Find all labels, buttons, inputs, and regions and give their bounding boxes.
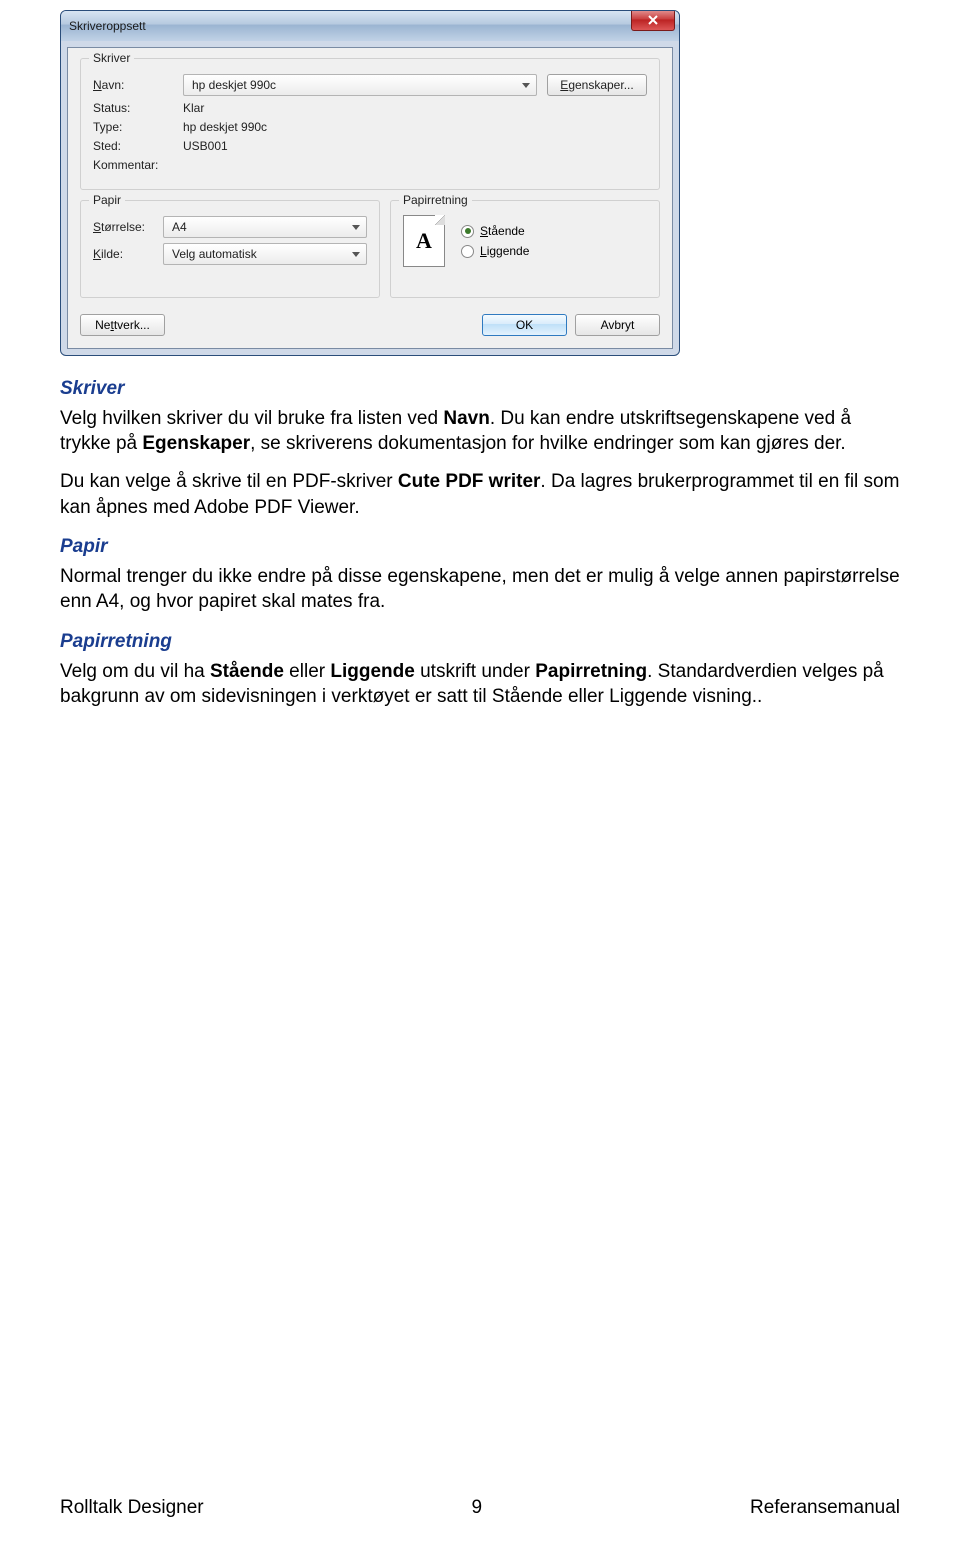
orientation-legend: Papirretning <box>399 193 472 207</box>
document-body: Skriver Velg hvilken skriver du vil bruk… <box>60 376 900 710</box>
printer-name-dropdown[interactable]: hp deskjet 990c <box>183 74 537 96</box>
portrait-radio[interactable]: Stående <box>461 224 529 238</box>
radio-icon <box>461 245 474 258</box>
page-footer: Rolltalk Designer 9 Referansemanual <box>60 1497 900 1519</box>
paper-source-dropdown[interactable]: Velg automatisk <box>163 243 367 265</box>
landscape-radio[interactable]: Liggende <box>461 244 529 258</box>
close-button[interactable] <box>631 11 675 31</box>
radio-icon <box>461 225 474 238</box>
chevron-down-icon <box>522 83 530 88</box>
paper-size-dropdown[interactable]: A4 <box>163 216 367 238</box>
type-label: Type: <box>93 120 183 134</box>
page-orientation-icon: A <box>403 215 445 267</box>
chevron-down-icon <box>352 225 360 230</box>
print-setup-dialog: Skriveroppsett Skriver Navn: hp deskjet … <box>60 10 680 356</box>
cancel-button[interactable]: Avbryt <box>575 314 660 336</box>
paragraph: Velg om du vil ha Stående eller Liggende… <box>60 659 900 710</box>
close-icon <box>647 14 659 28</box>
paper-legend: Papir <box>89 193 125 207</box>
orientation-group: Papirretning A Stående <box>390 200 660 298</box>
section-heading-papir: Papir <box>60 534 900 560</box>
source-label: Kilde: <box>93 247 163 261</box>
where-label: Sted: <box>93 139 183 153</box>
size-label: Størrelse: <box>93 220 163 234</box>
section-heading-skriver: Skriver <box>60 376 900 402</box>
footer-page-number: 9 <box>472 1497 483 1519</box>
section-heading-papirretning: Papirretning <box>60 629 900 655</box>
ok-button[interactable]: OK <box>482 314 567 336</box>
paper-source-value: Velg automatisk <box>172 247 257 261</box>
dialog-titlebar: Skriveroppsett <box>61 11 679 41</box>
type-value: hp deskjet 990c <box>183 120 267 134</box>
where-value: USB001 <box>183 139 228 153</box>
network-button[interactable]: Nettverk... <box>80 314 165 336</box>
name-label: Navn: <box>93 78 183 92</box>
printer-group: Skriver Navn: hp deskjet 990c Egenskaper… <box>80 58 660 190</box>
printer-legend: Skriver <box>89 51 134 65</box>
paragraph: Velg hvilken skriver du vil bruke fra li… <box>60 406 900 457</box>
status-value: Klar <box>183 101 204 115</box>
paragraph: Du kan velge å skrive til en PDF-skriver… <box>60 469 900 520</box>
footer-right: Referansemanual <box>750 1497 900 1519</box>
properties-button[interactable]: Egenskaper... <box>547 74 647 96</box>
dialog-body: Skriver Navn: hp deskjet 990c Egenskaper… <box>67 47 673 349</box>
paragraph: Normal trenger du ikke endre på disse eg… <box>60 564 900 615</box>
chevron-down-icon <box>352 252 360 257</box>
paper-group: Papir Størrelse: A4 Kilde: Velg automat <box>80 200 380 298</box>
paper-size-value: A4 <box>172 220 187 234</box>
dialog-title: Skriveroppsett <box>69 19 146 33</box>
status-label: Status: <box>93 101 183 115</box>
comment-label: Kommentar: <box>93 158 183 172</box>
footer-left: Rolltalk Designer <box>60 1497 204 1519</box>
printer-name-value: hp deskjet 990c <box>192 78 276 92</box>
